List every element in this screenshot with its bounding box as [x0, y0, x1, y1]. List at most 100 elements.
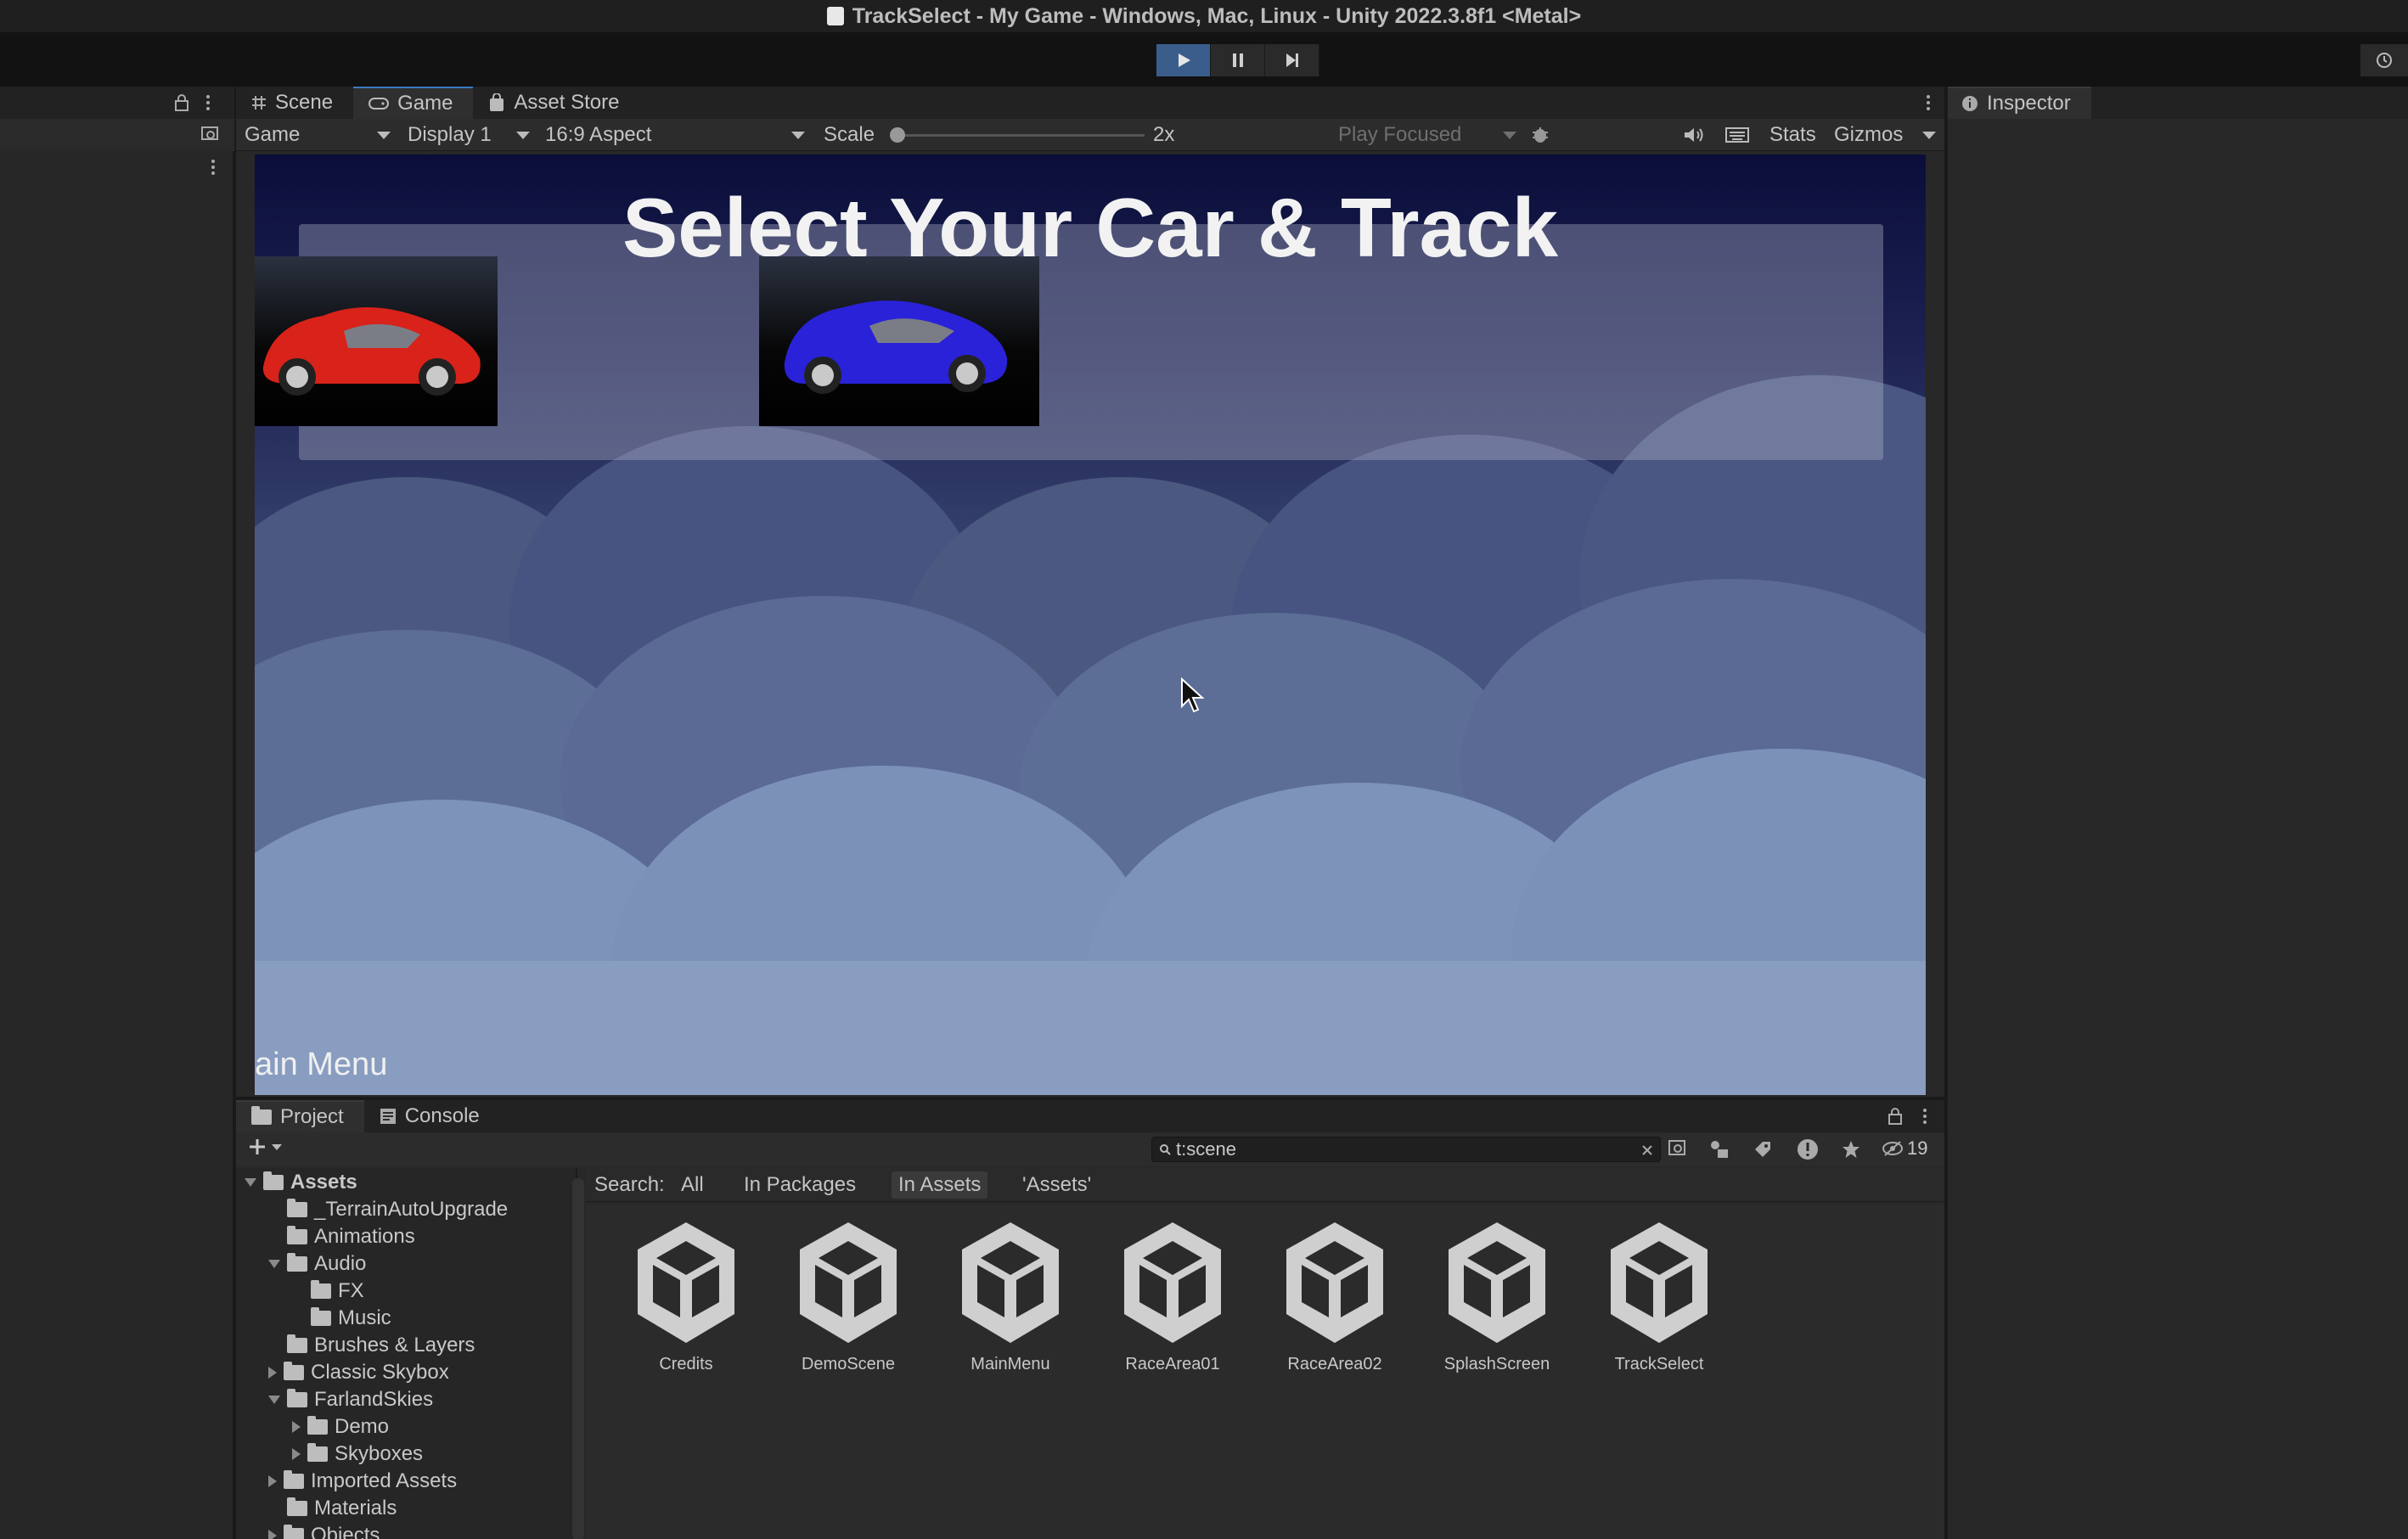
game-viewport[interactable]: Select Your Car & Track ain Menu: [255, 154, 1926, 1095]
clear-search-icon[interactable]: [1641, 1144, 1653, 1156]
bag-icon: [490, 93, 504, 111]
scene-asset-label: MainMenu: [971, 1355, 1050, 1373]
expand-arrow-down-icon[interactable]: [245, 1178, 256, 1187]
blue-car-button[interactable]: [759, 256, 1039, 426]
bug-icon: [1533, 127, 1548, 143]
gizmos-chevron-down-icon[interactable]: [1922, 132, 1936, 139]
chevron-down-icon: [791, 131, 805, 139]
tab-scene[interactable]: Scene: [236, 87, 353, 119]
undo-history-button[interactable]: [2360, 44, 2408, 76]
tree-folder-item[interactable]: Objects: [268, 1522, 380, 1539]
tree-folder-label: Music: [338, 1306, 391, 1329]
expand-arrow-right-icon[interactable]: [292, 1448, 301, 1460]
filter-in-packages[interactable]: In Packages: [744, 1173, 856, 1197]
scene-asset[interactable]: RaceArea01: [1096, 1219, 1249, 1374]
unity-scene-icon: [1611, 1222, 1708, 1343]
expand-arrow-right-icon[interactable]: [268, 1475, 277, 1487]
project-more-icon[interactable]: [1921, 1107, 1929, 1126]
project-search-input[interactable]: t:scene: [1151, 1137, 1661, 1162]
tree-folder-item[interactable]: Brushes & Layers: [268, 1332, 475, 1359]
hidden-packages-toggle[interactable]: 19: [1882, 1137, 1927, 1160]
filter-assets-folder[interactable]: 'Assets': [1022, 1173, 1091, 1197]
red-car-button[interactable]: [255, 256, 498, 426]
unity-scene-icon: [1124, 1222, 1221, 1343]
game-view-dropdown[interactable]: Game: [245, 119, 391, 151]
blue-car-image: [784, 300, 1008, 394]
hierarchy-tab-row: [0, 87, 234, 119]
lock-icon[interactable]: [1887, 1107, 1904, 1126]
expand-arrow-right-icon[interactable]: [268, 1367, 277, 1379]
shortcuts-button[interactable]: [1725, 119, 1749, 151]
scale-slider[interactable]: [897, 134, 1145, 137]
tab-console[interactable]: Console: [364, 1100, 500, 1132]
tree-folder-item[interactable]: Animations: [268, 1223, 415, 1250]
play-focused-dropdown[interactable]: Play Focused: [1338, 119, 1516, 151]
tree-folder-label: Animations: [314, 1225, 415, 1248]
folder-icon: [307, 1416, 328, 1435]
search-by-type-icon[interactable]: [1668, 1139, 1690, 1160]
pause-button[interactable]: [1211, 44, 1265, 76]
expand-arrow-down-icon[interactable]: [268, 1260, 280, 1268]
star-icon[interactable]: [1841, 1139, 1861, 1160]
folder-icon: [287, 1334, 307, 1353]
label-icon[interactable]: [1753, 1139, 1773, 1160]
tab-game[interactable]: Game: [353, 87, 474, 119]
tree-folder-label: Skyboxes: [335, 1442, 424, 1465]
mute-audio-button[interactable]: [1683, 119, 1705, 151]
scene-asset[interactable]: MainMenu: [934, 1219, 1087, 1374]
tree-folder-item[interactable]: Assets: [245, 1169, 357, 1196]
search-by-type-filter-icon[interactable]: [1708, 1139, 1730, 1160]
scene-asset[interactable]: DemoScene: [772, 1219, 925, 1374]
stats-button[interactable]: Stats: [1769, 119, 1816, 151]
tree-folder-item[interactable]: Audio: [268, 1250, 366, 1278]
red-car-image: [262, 307, 481, 396]
history-icon: [2377, 53, 2392, 68]
hierarchy-more-icon[interactable]: [209, 158, 217, 177]
scale-slider-handle[interactable]: [890, 127, 905, 143]
tab-project[interactable]: Project: [236, 1100, 364, 1132]
hash-icon: [252, 96, 266, 110]
filter-all[interactable]: All: [681, 1173, 704, 1197]
chevron-down-icon: [377, 131, 391, 139]
tree-folder-label: Demo: [335, 1415, 390, 1438]
scene-asset[interactable]: RaceArea02: [1258, 1219, 1411, 1374]
scene-asset[interactable]: TrackSelect: [1583, 1219, 1736, 1374]
tree-folder-item[interactable]: FarlandSkies: [268, 1386, 433, 1413]
step-button[interactable]: [1265, 44, 1319, 76]
window-title: TrackSelect - My Game - Windows, Mac, Li…: [852, 3, 1582, 28]
frame-debugger-button[interactable]: [1530, 119, 1550, 151]
tree-folder-item[interactable]: Demo: [292, 1413, 389, 1441]
scene-asset[interactable]: Credits: [610, 1219, 762, 1374]
warning-filter-icon[interactable]: [1797, 1138, 1819, 1160]
tab-inspector[interactable]: Inspector: [1948, 87, 2091, 119]
gizmos-button[interactable]: Gizmos: [1834, 119, 1903, 151]
tab-asset-store[interactable]: Asset Store: [473, 87, 639, 119]
tree-folder-item[interactable]: Classic Skybox: [268, 1359, 449, 1386]
tree-folder-item[interactable]: FX: [292, 1278, 364, 1305]
aspect-dropdown[interactable]: 16:9 Aspect: [545, 119, 805, 151]
play-icon: [1178, 53, 1190, 67]
tree-scrollbar[interactable]: [572, 1178, 584, 1539]
tree-folder-item[interactable]: Music: [292, 1305, 391, 1332]
lock-icon[interactable]: [173, 93, 190, 112]
tab-scene-label: Scene: [275, 91, 334, 114]
expand-arrow-down-icon[interactable]: [268, 1396, 280, 1404]
game-panel-more-icon[interactable]: [1924, 93, 1933, 112]
expand-arrow-right-icon[interactable]: [268, 1530, 277, 1539]
scene-asset[interactable]: SplashScreen: [1421, 1219, 1573, 1374]
play-button[interactable]: [1156, 44, 1211, 76]
create-button[interactable]: [248, 1137, 282, 1156]
main-toolbar: [0, 32, 2408, 87]
display-dropdown[interactable]: Display 1: [408, 119, 530, 151]
search-by-type-icon[interactable]: [200, 126, 221, 144]
tree-folder-item[interactable]: Imported Assets: [268, 1468, 457, 1495]
main-menu-button[interactable]: ain Menu: [255, 1047, 387, 1083]
tree-folder-item[interactable]: _TerrainAutoUpgrade: [268, 1196, 508, 1223]
scale-label: Scale: [824, 123, 875, 146]
tree-folder-item[interactable]: Skyboxes: [292, 1441, 423, 1468]
tree-folder-item[interactable]: Materials: [268, 1495, 397, 1522]
filter-in-assets[interactable]: In Assets: [892, 1171, 988, 1199]
console-icon: [380, 1109, 396, 1124]
expand-arrow-right-icon[interactable]: [292, 1421, 301, 1433]
more-icon[interactable]: [204, 93, 212, 112]
